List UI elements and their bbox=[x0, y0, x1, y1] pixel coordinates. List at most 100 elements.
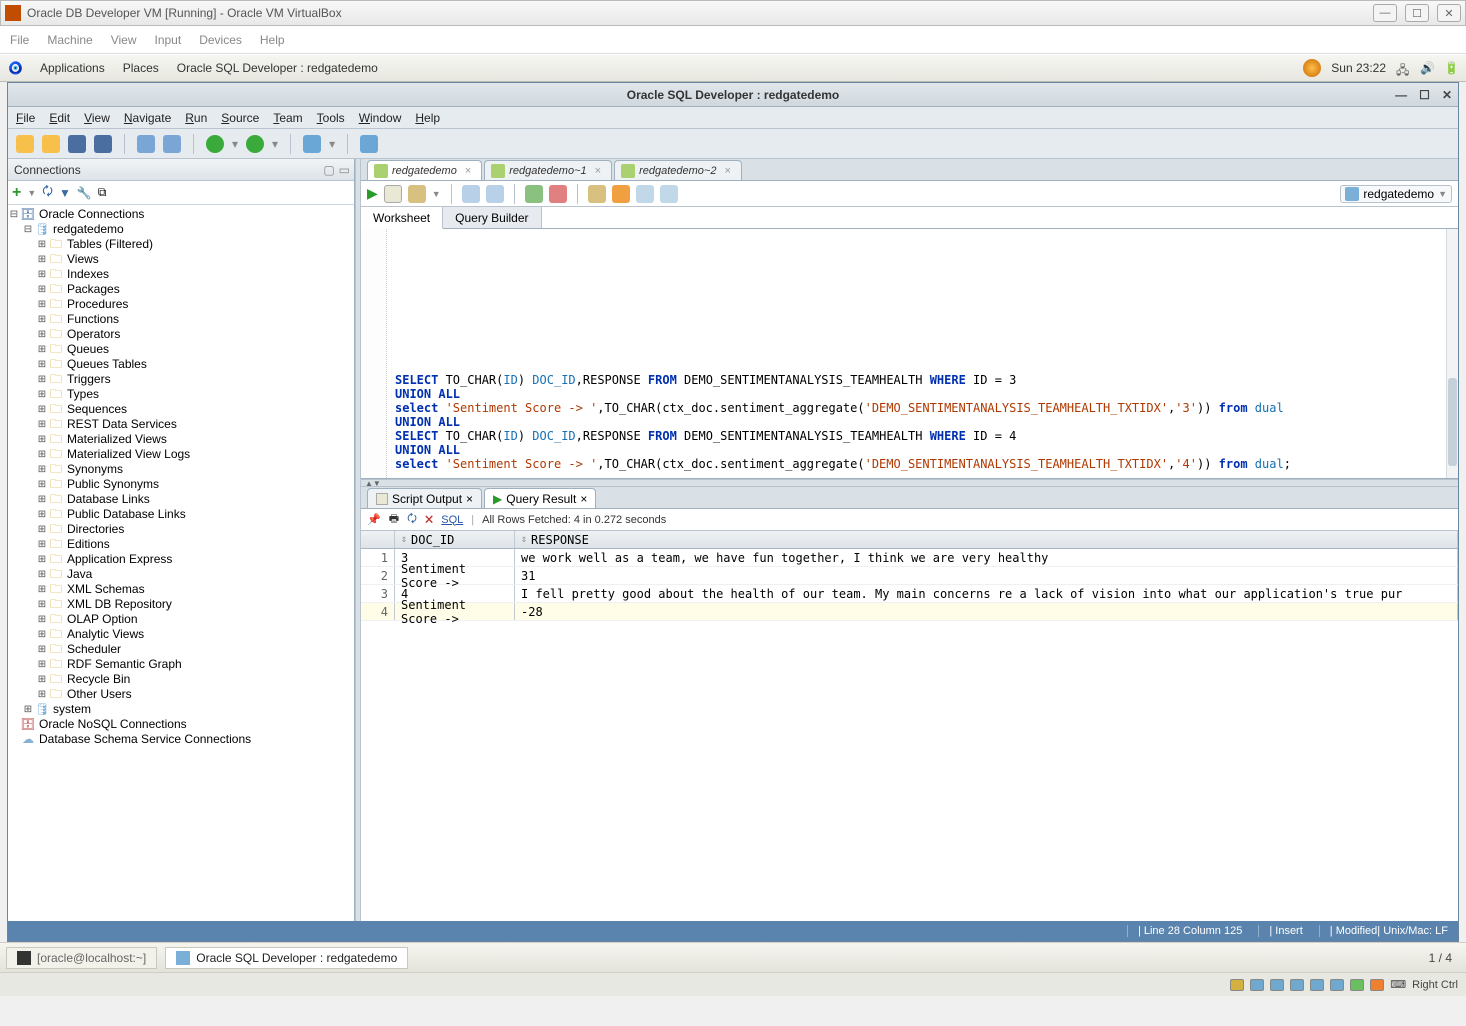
commit-icon[interactable] bbox=[525, 185, 543, 203]
rollback-icon[interactable] bbox=[549, 185, 567, 203]
vbox-close-button[interactable]: ✕ bbox=[1437, 4, 1461, 22]
horizontal-splitter[interactable]: ▲▼ bbox=[361, 479, 1458, 487]
menu-source[interactable]: Source bbox=[221, 111, 259, 125]
tree-oracle-connections[interactable]: ⊟🗄Oracle Connections bbox=[8, 207, 354, 222]
col-response[interactable]: RESPONSE bbox=[531, 533, 589, 547]
panel-minimize-icon[interactable]: ▢ bbox=[323, 163, 334, 177]
sql-link[interactable]: SQL bbox=[441, 514, 463, 526]
tree-node-types[interactable]: ⊞🗀Types bbox=[8, 387, 354, 402]
vbox-maximize-button[interactable]: ☐ bbox=[1405, 4, 1429, 22]
tree-node-scheduler[interactable]: ⊞🗀Scheduler bbox=[8, 642, 354, 657]
save-icon[interactable] bbox=[68, 135, 86, 153]
db-icon[interactable] bbox=[303, 135, 321, 153]
to-upper-icon[interactable] bbox=[660, 185, 678, 203]
tns-icon[interactable]: 🔧 bbox=[77, 186, 92, 200]
tree-schema-service[interactable]: ☁Database Schema Service Connections bbox=[8, 732, 354, 747]
grid-row[interactable]: 2Sentiment Score -> 31 bbox=[361, 567, 1458, 585]
tab-script-output[interactable]: Script Output × bbox=[367, 488, 482, 508]
tab-query-result[interactable]: ▶ Query Result × bbox=[484, 488, 596, 508]
save-all-icon[interactable] bbox=[94, 135, 112, 153]
history-icon[interactable] bbox=[636, 185, 654, 203]
editor-tab-2[interactable]: redgatedemo~2× bbox=[614, 160, 742, 180]
print-icon[interactable]: 🖶 bbox=[389, 510, 399, 529]
tree-node-other-users[interactable]: ⊞🗀Other Users bbox=[8, 687, 354, 702]
new-connection-dropdown-icon[interactable]: ▼ bbox=[27, 188, 36, 198]
close-icon[interactable]: × bbox=[580, 492, 587, 506]
grid-row[interactable]: 4Sentiment Score -> -28 bbox=[361, 603, 1458, 621]
tree-nosql[interactable]: 🗄Oracle NoSQL Connections bbox=[8, 717, 354, 732]
menu-window[interactable]: Window bbox=[359, 111, 402, 125]
vbox-minimize-button[interactable]: — bbox=[1373, 4, 1397, 22]
tree-node-functions[interactable]: ⊞🗀Functions bbox=[8, 312, 354, 327]
clear-icon[interactable] bbox=[612, 185, 630, 203]
editor-scrollbar[interactable] bbox=[1446, 229, 1458, 478]
pin-icon[interactable]: 📌 bbox=[367, 513, 381, 526]
volume-icon[interactable]: 🔊 bbox=[1420, 61, 1434, 75]
tree-node-queues-tables[interactable]: ⊞🗀Queues Tables bbox=[8, 357, 354, 372]
grid-row[interactable]: 13we work well as a team, we have fun to… bbox=[361, 549, 1458, 567]
vbox-menu-machine[interactable]: Machine bbox=[47, 33, 92, 47]
find-db-icon[interactable] bbox=[360, 135, 378, 153]
vbox-menu-help[interactable]: Help bbox=[260, 33, 285, 47]
tree-node-indexes[interactable]: ⊞🗀Indexes bbox=[8, 267, 354, 282]
tree-node-procedures[interactable]: ⊞🗀Procedures bbox=[8, 297, 354, 312]
tree-node-java[interactable]: ⊞🗀Java bbox=[8, 567, 354, 582]
subtab-worksheet[interactable]: Worksheet bbox=[361, 207, 443, 229]
col-docid[interactable]: DOC_ID bbox=[411, 533, 454, 547]
results-grid[interactable]: ⇕ DOC_ID ⇕ RESPONSE 13we work well as a te… bbox=[361, 531, 1458, 921]
tree-node-materialized-views[interactable]: ⊞🗀Materialized Views bbox=[8, 432, 354, 447]
open-icon[interactable] bbox=[42, 135, 60, 153]
tree-system[interactable]: ⊞🛢system bbox=[8, 702, 354, 717]
redo-icon[interactable] bbox=[163, 135, 181, 153]
menu-view[interactable]: View bbox=[84, 111, 110, 125]
connections-tree[interactable]: ⊟🗄Oracle Connections⊟🛢redgatedemo⊞🗀Table… bbox=[8, 205, 354, 921]
network-icon[interactable]: 🖧 bbox=[1396, 61, 1410, 75]
taskbar-terminal[interactable]: [oracle@localhost:~] bbox=[6, 947, 157, 969]
menu-tools[interactable]: Tools bbox=[317, 111, 345, 125]
gnome-clock[interactable]: Sun 23:22 bbox=[1331, 61, 1386, 75]
tree-node-materialized-view-logs[interactable]: ⊞🗀Materialized View Logs bbox=[8, 447, 354, 462]
grid-row[interactable]: 34I fell pretty good about the health of… bbox=[361, 585, 1458, 603]
forward-icon[interactable] bbox=[246, 135, 264, 153]
sql-tuning-icon[interactable] bbox=[486, 185, 504, 203]
tree-node-triggers[interactable]: ⊞🗀Triggers bbox=[8, 372, 354, 387]
tree-node-database-links[interactable]: ⊞🗀Database Links bbox=[8, 492, 354, 507]
menu-edit[interactable]: Edit bbox=[49, 111, 70, 125]
tree-node-views[interactable]: ⊞🗀Views bbox=[8, 252, 354, 267]
back-icon[interactable] bbox=[206, 135, 224, 153]
gnome-places[interactable]: Places bbox=[123, 61, 159, 75]
workspace-indicator[interactable]: 1 / 4 bbox=[1429, 951, 1460, 965]
panel-menu-icon[interactable]: ▭ bbox=[339, 163, 350, 177]
tree-node-directories[interactable]: ⊞🗀Directories bbox=[8, 522, 354, 537]
subtab-query-builder[interactable]: Query Builder bbox=[443, 207, 541, 228]
editor-tab-0[interactable]: redgatedemo× bbox=[367, 160, 482, 180]
collapse-icon[interactable]: ⧉ bbox=[98, 185, 107, 200]
tree-node-xml-db-repository[interactable]: ⊞🗀XML DB Repository bbox=[8, 597, 354, 612]
menu-file[interactable]: File bbox=[16, 111, 35, 125]
refresh-connections-icon[interactable]: 🗘 bbox=[42, 182, 53, 203]
explain-plan-icon[interactable] bbox=[408, 185, 426, 203]
tree-node-editions[interactable]: ⊞🗀Editions bbox=[8, 537, 354, 552]
new-connection-icon[interactable]: + bbox=[12, 184, 21, 202]
tree-node-sequences[interactable]: ⊞🗀Sequences bbox=[8, 402, 354, 417]
filter-icon[interactable]: ▼ bbox=[59, 186, 71, 200]
gnome-active-window[interactable]: Oracle SQL Developer : redgatedemo bbox=[177, 61, 378, 75]
close-icon[interactable]: × bbox=[595, 165, 601, 177]
cancel-icon[interactable]: 🗙 bbox=[425, 510, 433, 529]
tree-node-operators[interactable]: ⊞🗀Operators bbox=[8, 327, 354, 342]
sort-icon[interactable]: ⇕ bbox=[521, 534, 527, 545]
tree-node-analytic-views[interactable]: ⊞🗀Analytic Views bbox=[8, 627, 354, 642]
sort-icon[interactable]: ⇕ bbox=[401, 534, 407, 545]
tree-node-packages[interactable]: ⊞🗀Packages bbox=[8, 282, 354, 297]
menu-navigate[interactable]: Navigate bbox=[124, 111, 171, 125]
run-statement-icon[interactable]: ▶ bbox=[367, 185, 378, 202]
sql-editor[interactable]: SELECT TO_CHAR(ID) DOC_ID,RESPONSE FROM … bbox=[361, 229, 1458, 479]
tree-redgatedemo[interactable]: ⊟🛢redgatedemo bbox=[8, 222, 354, 237]
menu-run[interactable]: Run bbox=[185, 111, 207, 125]
tree-node-rest-data-services[interactable]: ⊞🗀REST Data Services bbox=[8, 417, 354, 432]
editor-tab-1[interactable]: redgatedemo~1× bbox=[484, 160, 612, 180]
taskbar-sqldev[interactable]: Oracle SQL Developer : redgatedemo bbox=[165, 947, 408, 969]
battery-icon[interactable]: 🔋 bbox=[1444, 61, 1458, 75]
sqldev-maximize-button[interactable]: ☐ bbox=[1419, 88, 1430, 102]
sqldev-close-button[interactable]: ✕ bbox=[1442, 88, 1452, 102]
